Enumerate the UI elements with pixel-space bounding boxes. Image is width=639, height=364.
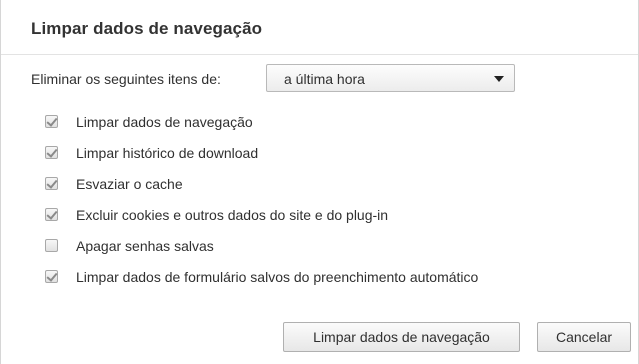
- checkmark-icon: [46, 208, 58, 220]
- time-range-select[interactable]: a última hora: [266, 64, 515, 92]
- cancel-button[interactable]: Cancelar: [537, 322, 631, 352]
- checkmark-icon: [46, 115, 58, 127]
- option-clear-passwords[interactable]: Apagar senhas salvas: [45, 230, 478, 261]
- option-delete-cookies[interactable]: Excluir cookies e outros dados do site e…: [45, 199, 478, 230]
- option-clear-browsing-history[interactable]: Limpar dados de navegação: [45, 106, 478, 137]
- option-label: Excluir cookies e outros dados do site e…: [76, 206, 389, 223]
- time-range-selected-value: a última hora: [284, 71, 365, 87]
- clear-browsing-data-dialog: Limpar dados de navegação Eliminar os se…: [0, 0, 639, 364]
- checkbox[interactable]: [45, 239, 58, 252]
- checkbox[interactable]: [45, 146, 58, 159]
- checkmark-icon: [46, 270, 58, 282]
- clear-browsing-data-button[interactable]: Limpar dados de navegação: [283, 322, 520, 352]
- time-range-row: Eliminar os seguintes itens de: a última…: [31, 64, 515, 94]
- option-label: Limpar dados de navegação: [76, 113, 253, 130]
- option-empty-cache[interactable]: Esvaziar o cache: [45, 168, 478, 199]
- checkbox[interactable]: [45, 208, 58, 221]
- option-label: Esvaziar o cache: [76, 175, 183, 192]
- dropdown-arrow-icon: [494, 76, 504, 82]
- option-label: Apagar senhas salvas: [76, 237, 214, 254]
- checkbox[interactable]: [45, 270, 58, 283]
- checkbox[interactable]: [45, 177, 58, 190]
- dialog-header: Limpar dados de navegação: [1, 0, 638, 55]
- dialog-title: Limpar dados de navegação: [31, 19, 263, 38]
- option-clear-autofill-data[interactable]: Limpar dados de formulário salvos do pre…: [45, 261, 478, 292]
- checkbox[interactable]: [45, 115, 58, 128]
- option-label: Limpar dados de formulário salvos do pre…: [76, 268, 479, 285]
- option-clear-download-history[interactable]: Limpar histórico de download: [45, 137, 478, 168]
- option-label: Limpar histórico de download: [76, 144, 259, 161]
- checkmark-icon: [46, 177, 58, 189]
- checkmark-icon: [46, 146, 58, 158]
- data-types-list: Limpar dados de navegação Limpar históri…: [45, 106, 478, 292]
- time-range-label: Eliminar os seguintes itens de:: [31, 71, 221, 87]
